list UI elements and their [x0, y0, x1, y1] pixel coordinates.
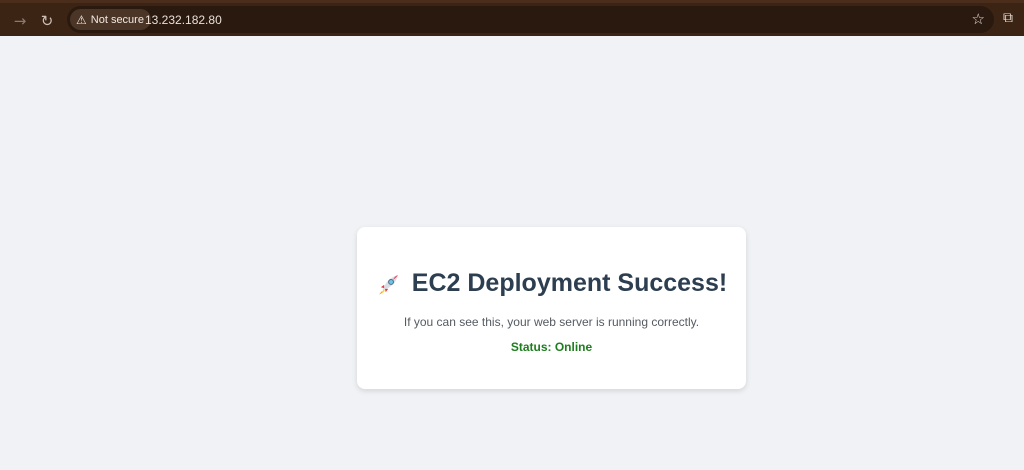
page-title: EC2 Deployment Success!: [357, 269, 746, 298]
security-label: Not secure: [90, 13, 144, 26]
status-text: Status: Online: [510, 340, 593, 354]
rocket-icon: [379, 274, 398, 295]
heading-text: EC2 Deployment Success!: [411, 269, 728, 297]
success-card: EC2 Deployment Success! If you can see t…: [357, 227, 746, 389]
browser-toolbar: → ↻ ⚠ Not secure 13.232.182.80 ☆ ⧉: [0, 0, 1024, 36]
star-icon[interactable]: ☆: [972, 10, 985, 28]
address-bar[interactable]: ⚠ Not secure 13.232.182.80 ☆: [67, 6, 994, 33]
puzzle-icon[interactable]: ⧉: [1003, 10, 1021, 30]
warning-icon: ⚠: [76, 12, 87, 27]
success-message: If you can see this, your web server is …: [403, 315, 700, 329]
forward-button[interactable]: →: [8, 9, 32, 33]
url-text[interactable]: 13.232.182.80: [145, 13, 222, 27]
arrow-right-icon: →: [13, 12, 27, 30]
reload-icon: ↻: [40, 12, 54, 30]
reload-button[interactable]: ↻: [35, 9, 59, 33]
page-viewport: EC2 Deployment Success! If you can see t…: [0, 36, 1024, 470]
security-indicator[interactable]: ⚠ Not secure: [70, 9, 151, 30]
